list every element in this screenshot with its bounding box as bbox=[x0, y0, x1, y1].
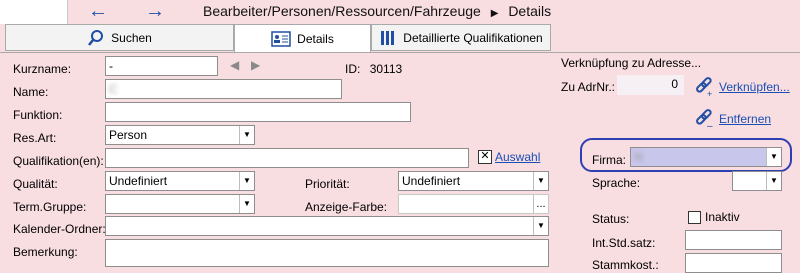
next-record-icon[interactable]: ▶ bbox=[251, 58, 260, 72]
id-card-icon bbox=[271, 31, 291, 47]
forward-arrow-icon[interactable]: → bbox=[145, 1, 165, 21]
breadcrumb-current: Details bbox=[508, 3, 552, 19]
breadcrumb-separator-icon: ▶ bbox=[490, 8, 499, 19]
bemerkung-field[interactable] bbox=[105, 239, 549, 267]
chevron-down-icon[interactable]: ▼ bbox=[239, 126, 254, 144]
verknuepfung-title: Verknüpfung zu Adresse... bbox=[561, 56, 702, 70]
kurzname-field[interactable]: - bbox=[105, 56, 218, 76]
name-label: Name: bbox=[13, 85, 49, 99]
firma-label: Firma: bbox=[592, 153, 626, 167]
zuadr-label: Zu AdrNr.: bbox=[561, 80, 616, 94]
stammkost-label: Stammkost.: bbox=[592, 258, 659, 272]
firma-select[interactable]: N ▼ bbox=[630, 147, 782, 167]
anzeigefarbe-field[interactable]: ... bbox=[398, 194, 549, 214]
intstd-label: Int.Std.satz: bbox=[592, 236, 656, 250]
termgruppe-label: Term.Gruppe: bbox=[13, 200, 87, 214]
auswahl-button[interactable]: ✕ Auswahl bbox=[478, 150, 540, 164]
resart-value: Person bbox=[109, 128, 148, 142]
kurzname-label: Kurzname: bbox=[13, 62, 72, 76]
left-gutter bbox=[0, 0, 68, 24]
entfernen-label: Entfernen bbox=[719, 112, 772, 126]
prioritaet-value: Undefiniert bbox=[402, 174, 461, 188]
resart-select[interactable]: Person ▼ bbox=[105, 125, 255, 145]
bemerkung-label: Bemerkung: bbox=[13, 245, 78, 259]
termgruppe-select[interactable]: ▼ bbox=[105, 194, 255, 214]
qualifikation-label: Qualifikation(en): bbox=[13, 154, 104, 168]
link-add-icon: + bbox=[696, 77, 712, 98]
qualitaet-select[interactable]: Undefiniert ▼ bbox=[105, 171, 255, 191]
qualifikation-field[interactable] bbox=[105, 148, 469, 168]
stammkost-field[interactable] bbox=[685, 253, 782, 273]
qualitaet-value: Undefiniert bbox=[109, 174, 168, 188]
prioritaet-select[interactable]: Undefiniert ▼ bbox=[398, 171, 549, 191]
id-value: 30113 bbox=[369, 62, 403, 76]
chevron-down-icon[interactable]: ▼ bbox=[533, 217, 548, 235]
color-picker-button[interactable]: ... bbox=[533, 195, 548, 213]
link-remove-icon: – bbox=[696, 109, 713, 130]
kalender-label: Kalender-Ordner: bbox=[13, 222, 106, 236]
close-box-icon: ✕ bbox=[478, 150, 492, 164]
funktion-label: Funktion: bbox=[13, 108, 63, 122]
entfernen-link[interactable]: – Entfernen bbox=[693, 108, 771, 130]
checkbox-icon bbox=[688, 210, 701, 224]
verknuepfen-link[interactable]: + Verknüpfen... bbox=[693, 76, 790, 98]
tab-label: Detaillierte Qualifikationen bbox=[403, 30, 543, 45]
status-label: Status: bbox=[592, 212, 630, 226]
tab-label: Suchen bbox=[111, 30, 152, 45]
prev-record-icon[interactable]: ◀ bbox=[230, 58, 239, 72]
kalender-select[interactable]: ▼ bbox=[105, 216, 549, 236]
back-arrow-icon[interactable]: ← bbox=[88, 1, 108, 21]
funktion-field[interactable] bbox=[105, 102, 411, 122]
svg-text:+: + bbox=[707, 89, 712, 98]
zuadr-field: 0 bbox=[617, 75, 684, 95]
inaktiv-checkbox[interactable]: Inaktiv bbox=[688, 210, 740, 224]
tab-suchen[interactable]: Suchen bbox=[5, 24, 234, 51]
tab-detaillierte-qualifikationen[interactable]: Detaillierte Qualifikationen bbox=[371, 24, 551, 51]
id-label: ID: bbox=[345, 62, 361, 76]
verknuepfen-label: Verknüpfen... bbox=[719, 80, 790, 94]
resart-label: Res.Art: bbox=[13, 131, 57, 145]
chevron-down-icon[interactable]: ▼ bbox=[533, 172, 548, 190]
id-display: ID: 30113 bbox=[345, 62, 402, 76]
name-value: C bbox=[109, 82, 118, 96]
chevron-down-icon[interactable]: ▼ bbox=[239, 172, 254, 190]
chevron-down-icon[interactable]: ▼ bbox=[766, 148, 781, 166]
auswahl-label: Auswahl bbox=[495, 150, 541, 164]
anzeigefarbe-label: Anzeige-Farbe: bbox=[305, 200, 388, 214]
chevron-down-icon[interactable]: ▼ bbox=[239, 195, 254, 213]
svg-text:–: – bbox=[707, 121, 713, 130]
firma-value: N bbox=[634, 150, 643, 164]
breadcrumb: Bearbeiter/Personen/Ressourcen/Fahrzeuge… bbox=[203, 3, 551, 19]
breadcrumb-path[interactable]: Bearbeiter/Personen/Ressourcen/Fahrzeuge bbox=[203, 3, 481, 19]
columns-icon bbox=[381, 30, 395, 45]
sprache-label: Sprache: bbox=[592, 176, 641, 190]
name-field[interactable]: C bbox=[105, 79, 342, 99]
search-icon bbox=[88, 29, 104, 46]
inaktiv-label: Inaktiv bbox=[705, 210, 740, 224]
sprache-select[interactable]: ▼ bbox=[732, 171, 782, 191]
tab-label: Details bbox=[297, 32, 334, 46]
intstd-field[interactable] bbox=[685, 230, 782, 250]
qualitaet-label: Qualität: bbox=[13, 177, 58, 191]
tab-details[interactable]: Details bbox=[234, 24, 371, 53]
prioritaet-label: Priorität: bbox=[305, 177, 350, 191]
chevron-down-icon[interactable]: ▼ bbox=[766, 172, 781, 190]
